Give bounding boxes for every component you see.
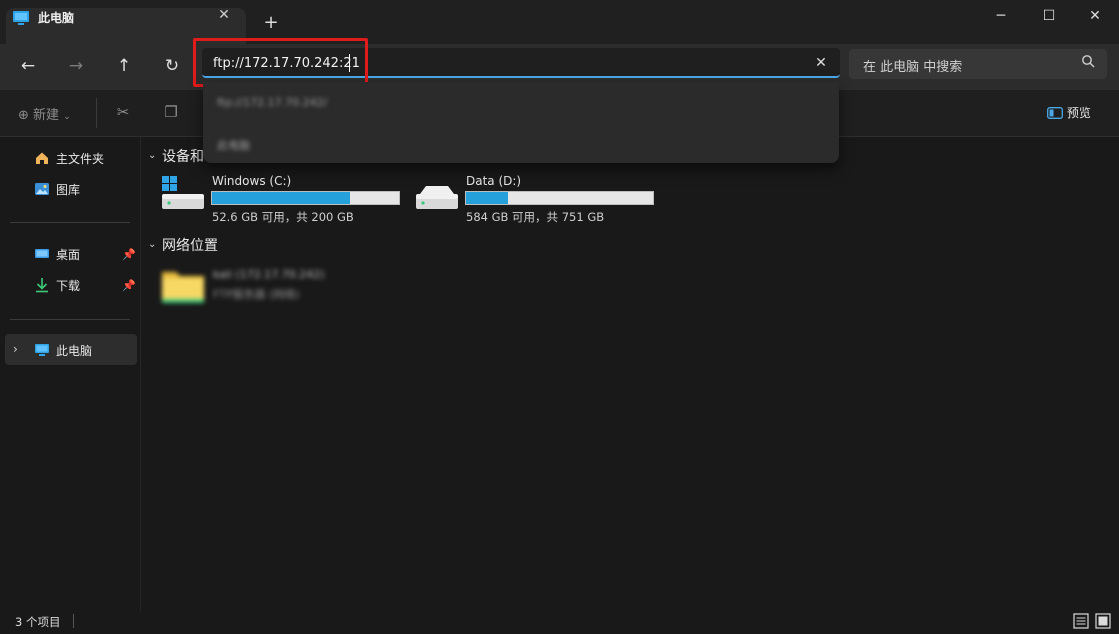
sidebar-item-label: 桌面 [56,248,81,262]
chevron-down-icon: ⌄ [63,112,71,122]
pc-icon [12,9,30,30]
sidebar-item-home[interactable]: 主文件夹 [34,150,104,169]
suggestion-item[interactable]: ftp://172.17.70.242/ [217,96,327,109]
sidebar-item-downloads[interactable]: 下载 [34,277,80,296]
tab-close-icon[interactable]: ✕ [214,5,234,25]
details-view-icon[interactable] [1073,613,1089,632]
highlight-box [193,38,368,87]
search-input[interactable]: 在 此电脑 中搜索 [863,56,962,75]
drive-d-name[interactable]: Data (D:) [466,174,521,188]
refresh-icon[interactable]: ↻ [156,52,188,80]
network-item-name[interactable]: kali (172.17.70.242) [213,268,325,281]
chevron-down-icon[interactable]: ⌄ [148,239,156,250]
address-suggestions-dropdown [203,82,839,163]
chevron-right-icon[interactable]: › [13,342,18,356]
sidebar-item-desktop[interactable]: 桌面 [34,246,80,265]
drive-c-usage-bar [211,191,400,205]
gallery-icon [34,183,50,200]
drive-d-usage-bar [465,191,654,205]
sidebar-item-label: 此电脑 [56,344,93,358]
network-folder-icon[interactable] [160,266,206,309]
network-item-sub: FTP服务器 (网络) [213,288,300,301]
sidebar-item-label: 图库 [56,183,81,197]
divider [96,98,97,128]
pc-icon [34,344,50,361]
new-button[interactable]: ⊕ 新建 ⌄ [18,104,71,123]
close-icon[interactable]: ✕ [1079,4,1111,28]
tiles-view-icon[interactable] [1095,613,1111,632]
tab-title: 此电脑 [38,11,75,25]
maximize-icon[interactable]: ☐ [1033,4,1065,28]
network-section-header[interactable]: 网络位置 [162,235,218,255]
preview-pane-icon [1047,106,1067,120]
cut-icon[interactable]: ✂ [113,103,133,123]
download-icon [34,278,50,296]
preview-label: 预览 [1066,106,1091,120]
sidebar-item-gallery[interactable]: 图库 [34,181,80,200]
suggestion-item[interactable]: 此电脑 [217,137,250,153]
drive-c-name[interactable]: Windows (C:) [212,174,291,188]
devices-section-header[interactable]: 设备和 [162,146,204,166]
chevron-down-icon[interactable]: ⌄ [148,150,156,161]
item-count: 3 个项目 [15,615,61,629]
home-icon [34,152,50,169]
navigation-pane [0,137,141,611]
data-drive-icon[interactable] [414,174,460,215]
sidebar-item-this-pc[interactable]: 此电脑 [34,342,92,361]
drive-c-info: 52.6 GB 可用，共 200 GB [212,210,354,224]
desktop-icon [34,249,50,265]
drive-d-usage-fill [466,192,508,204]
forward-arrow-icon[interactable]: → [60,52,92,80]
plus-circle-icon: ⊕ [18,108,29,123]
sidebar-item-label: 主文件夹 [56,152,105,166]
plus-icon[interactable]: + [260,12,282,34]
up-arrow-icon[interactable]: ↑ [108,52,140,80]
new-label: 新建 [33,108,60,123]
clear-icon[interactable]: ✕ [811,53,831,73]
sidebar-divider [10,319,130,320]
sidebar-divider [10,222,130,223]
pin-icon[interactable]: 📌 [122,248,136,261]
status-divider [73,614,74,628]
minimize-icon[interactable]: ─ [985,4,1017,28]
windows-drive-icon[interactable] [160,174,206,215]
pin-icon[interactable]: 📌 [122,279,136,292]
drive-c-usage-fill [212,192,350,204]
back-arrow-icon[interactable]: ← [12,52,44,80]
sidebar-item-label: 下载 [56,279,81,293]
search-icon[interactable] [1079,54,1097,72]
drive-d-info: 584 GB 可用，共 751 GB [466,210,605,224]
copy-icon[interactable]: ❐ [161,103,181,123]
preview-button[interactable]: 预览 [1047,104,1091,121]
status-bar [0,611,1119,634]
